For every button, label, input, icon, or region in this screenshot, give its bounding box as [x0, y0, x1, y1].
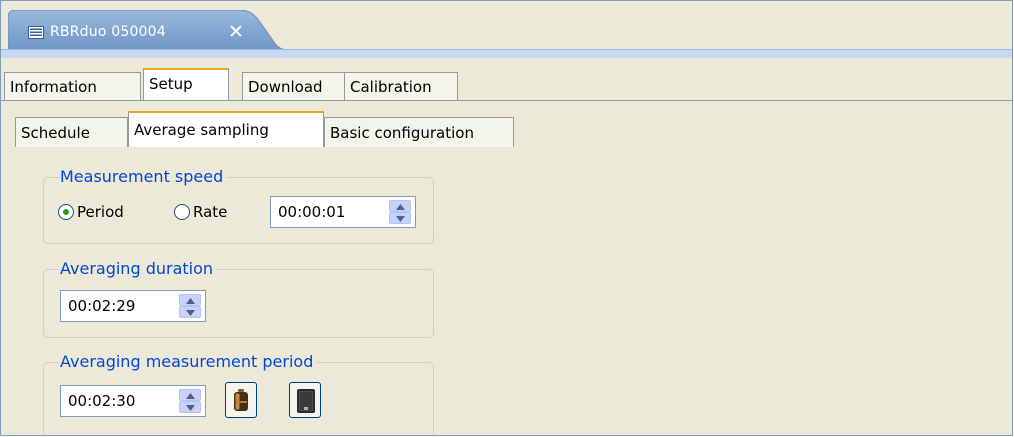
- averaging-period-spinner[interactable]: 00:02:30: [60, 385, 206, 417]
- editor-tab-strip: RBRduo 050004 ✕: [1, 1, 1012, 50]
- radio-selected-icon: [58, 204, 74, 220]
- tab-schedule[interactable]: Schedule: [15, 117, 128, 147]
- averaging-period-group: Averaging measurement period 00:02:30: [43, 352, 434, 435]
- spinner-up-button[interactable]: [179, 294, 201, 306]
- main-tab-bar: Information Setup Download Calibration: [1, 58, 1012, 102]
- measurement-speed-spinner[interactable]: 00:00:01: [270, 196, 416, 228]
- spinner-up-button[interactable]: [389, 200, 411, 212]
- editor-tab[interactable]: RBRduo 050004 ✕: [8, 10, 288, 50]
- averaging-period-legend: Averaging measurement period: [60, 352, 318, 372]
- spinner-up-button[interactable]: [179, 389, 201, 401]
- editor-tab-title: RBRduo 050004: [50, 24, 166, 40]
- editor-window: RBRduo 050004 ✕ Information Setup Downlo…: [0, 0, 1013, 436]
- tab-information[interactable]: Information: [4, 72, 141, 100]
- averaging-duration-legend: Averaging duration: [60, 259, 218, 279]
- tab-basic-configuration[interactable]: Basic configuration: [324, 117, 514, 147]
- memory-button[interactable]: [289, 382, 321, 418]
- radio-unselected-icon: [174, 204, 190, 220]
- spinner-down-button[interactable]: [389, 212, 411, 224]
- battery-button[interactable]: [225, 382, 257, 418]
- rate-radio[interactable]: Rate: [174, 202, 227, 222]
- tab-calibration[interactable]: Calibration: [344, 72, 458, 100]
- spinner-down-button[interactable]: [179, 306, 201, 318]
- spinner-down-button[interactable]: [179, 401, 201, 413]
- tab-download[interactable]: Download: [242, 72, 345, 100]
- averaging-period-value[interactable]: 00:02:30: [68, 386, 135, 416]
- editor-tab-underline: [1, 49, 1012, 58]
- close-icon[interactable]: ✕: [228, 21, 244, 43]
- tab-setup[interactable]: Setup: [143, 68, 229, 100]
- rate-label: Rate: [193, 203, 228, 221]
- period-radio[interactable]: Period: [58, 202, 124, 222]
- averaging-duration-spinner[interactable]: 00:02:29: [60, 290, 206, 322]
- measurement-speed-value[interactable]: 00:00:01: [278, 197, 345, 227]
- sub-tab-bar: Schedule Average sampling Basic configur…: [1, 103, 1012, 147]
- tab-content: Measurement speed Period Rate 00:00:01 A…: [1, 147, 1012, 435]
- memory-icon: [297, 389, 315, 413]
- measurement-speed-legend: Measurement speed: [60, 167, 228, 187]
- main-tab-underline: [1, 100, 1012, 101]
- tab-average-sampling[interactable]: Average sampling: [128, 111, 324, 147]
- period-label: Period: [77, 203, 124, 221]
- measurement-speed-group: Measurement speed Period Rate 00:00:01: [43, 167, 434, 244]
- averaging-duration-group: Averaging duration 00:02:29: [43, 259, 434, 338]
- averaging-duration-value[interactable]: 00:02:29: [68, 291, 135, 321]
- battery-icon: [234, 389, 248, 411]
- document-list-icon: [28, 26, 44, 39]
